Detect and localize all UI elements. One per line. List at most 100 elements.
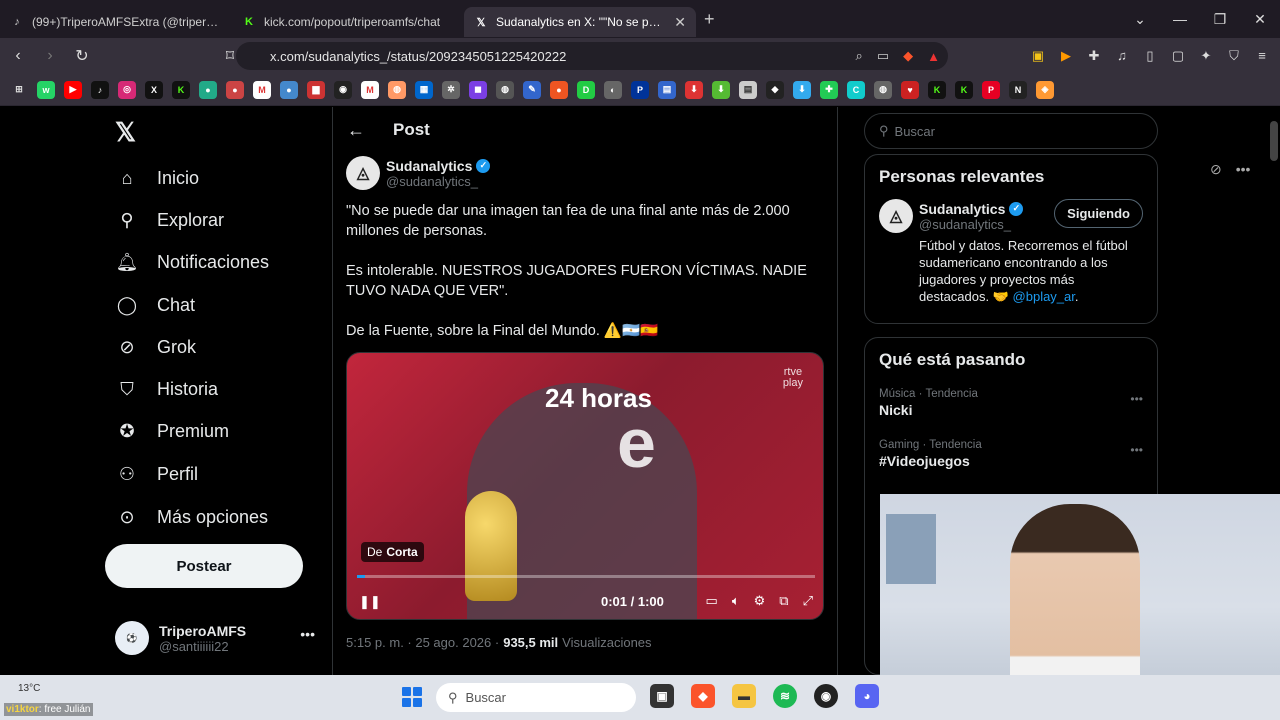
sidebar-item-inicio[interactable]: ⌂ Inicio	[115, 164, 199, 192]
avatar[interactable]: ◬	[879, 199, 913, 233]
kick-bookmark-icon[interactable]: K	[172, 80, 190, 99]
sidebar-item-chat[interactable]: ◯ Chat	[115, 291, 195, 319]
discord-icon[interactable]: ◕	[855, 684, 879, 708]
restore-icon[interactable]: ❐	[1200, 11, 1240, 28]
bookmark-icon-18[interactable]: ▤	[739, 80, 757, 99]
bookmark-icon-8[interactable]: ✲	[442, 80, 460, 99]
tiktok-bookmark-icon[interactable]: ♪	[91, 80, 109, 99]
more-dots-icon[interactable]: •••	[1130, 392, 1143, 406]
menu-icon[interactable]: ≡	[1254, 48, 1270, 64]
fullscreen-icon[interactable]: ⤢	[803, 593, 813, 609]
sidebar-item-grok[interactable]: ⊘ Grok	[115, 333, 196, 361]
bookmark-icon-5[interactable]: M	[361, 80, 379, 99]
source-badge[interactable]: De Corta	[361, 542, 424, 562]
bookmark-icon-13[interactable]: D	[577, 80, 595, 99]
brave-rewards-icon[interactable]: ▲	[927, 49, 940, 64]
author-name-row[interactable]: Sudanalytics ✓	[386, 158, 491, 174]
post-timestamp[interactable]: 5:15 p. m. · 25 ago. 2026 ·	[346, 635, 499, 650]
sidebar-item-historia[interactable]: ⛉ Historia	[115, 375, 218, 403]
instagram-icon[interactable]: ◎	[118, 80, 136, 99]
bookmark-icon-2[interactable]: ●	[226, 80, 244, 99]
bookmark-icon-17[interactable]: ⬇	[712, 80, 730, 99]
spotify-icon[interactable]: ≋	[773, 684, 797, 708]
apps-icon[interactable]: ⊞	[10, 81, 28, 99]
whatsapp-icon[interactable]: w	[37, 80, 55, 99]
sidebar-item-mas-opciones[interactable]: ⊙ Más opciones	[115, 503, 268, 531]
taskbar-search[interactable]: ⚲ Buscar	[436, 683, 636, 712]
bookmark-icon-14[interactable]: ◐	[604, 80, 622, 99]
post-button[interactable]: Postear	[105, 544, 303, 588]
kick-bookmark-icon-2[interactable]: K	[928, 80, 946, 99]
bookmark-icon-6[interactable]: ◍	[388, 80, 406, 99]
bookmark-icon-20[interactable]: ⬇	[793, 80, 811, 99]
trend-item[interactable]: Gaming · Tendencia #Videojuegos •••	[865, 433, 1157, 484]
bookmark-icon-3[interactable]: ●	[280, 80, 298, 99]
tab-list-icon[interactable]: ⌄	[1120, 11, 1160, 28]
new-tab-icon[interactable]: +	[704, 9, 715, 30]
wallet-icon[interactable]: ▣	[1030, 48, 1046, 64]
bookmark-icon-15[interactable]: ▤	[658, 80, 676, 99]
sidebar-item-perfil[interactable]: ⚇ Perfil	[115, 460, 198, 488]
avatar[interactable]: ◬	[346, 156, 380, 190]
file-explorer-icon[interactable]: ▬	[732, 684, 756, 708]
cast-icon[interactable]: ▭	[877, 48, 889, 64]
task-view-icon[interactable]: ▣	[650, 684, 674, 708]
paypal-icon[interactable]: P	[631, 80, 649, 99]
pip-icon[interactable]: ⧉	[779, 593, 788, 609]
youtube-icon[interactable]: ▶	[64, 80, 82, 99]
bookmark-icon-16[interactable]: ⬇	[685, 80, 703, 99]
bio-link[interactable]: @bplay_ar	[1013, 289, 1075, 304]
more-dots-icon[interactable]: •••	[1130, 443, 1143, 457]
browser-tab-2[interactable]: K kick.com/popout/triperoamfs/chat	[232, 7, 464, 37]
address-bar[interactable]: x.com/sudanalytics_/status/2092345051225…	[236, 42, 948, 70]
zoom-icon[interactable]: ⌕	[856, 48, 863, 64]
pinterest-icon[interactable]: P	[982, 80, 1000, 99]
close-tab-icon[interactable]: ✕	[674, 14, 686, 31]
search-input[interactable]: ⚲ Buscar	[864, 113, 1158, 149]
settings-icon[interactable]: ⚙	[754, 593, 766, 609]
more-dots-icon[interactable]: •••	[300, 626, 315, 642]
person-name-row[interactable]: Sudanalytics ✓	[919, 201, 1024, 217]
bookmark-icon-9[interactable]: ◼	[469, 80, 487, 99]
volume-icon[interactable]: 🔈︎	[732, 593, 740, 609]
sidebar-icon[interactable]: ▯	[1142, 48, 1158, 64]
forward-icon[interactable]: ›	[36, 47, 64, 65]
bookmark-icon-11[interactable]: ✎	[523, 80, 541, 99]
bookmark-icon-23[interactable]: ◍	[874, 80, 892, 99]
bookmark-icon-4[interactable]: ▆	[307, 80, 325, 99]
bookmark-icon-26[interactable]: ◈	[1036, 80, 1054, 99]
bookmark-icon-1[interactable]: ●	[199, 80, 217, 99]
bookmark-icon-12[interactable]: ●	[550, 80, 568, 99]
music-icon[interactable]: ♫	[1114, 48, 1130, 64]
brave-shield-icon[interactable]: ◆	[903, 48, 913, 64]
bookmark-icon-22[interactable]: C	[847, 80, 865, 99]
vpn-icon[interactable]: ⛉	[1226, 48, 1242, 64]
video-progress-bar[interactable]	[357, 575, 815, 578]
page-scrollbar[interactable]	[1270, 121, 1278, 161]
brave-icon[interactable]: ◆	[691, 684, 715, 708]
captions-icon[interactable]: ▭	[706, 593, 718, 609]
trend-item[interactable]: Música · Tendencia Nicki •••	[865, 382, 1157, 433]
bookmark-icon-24[interactable]: ♥	[901, 80, 919, 99]
wallet2-icon[interactable]: ▢	[1170, 48, 1186, 64]
bookmark-icon-7[interactable]: ▦	[415, 80, 433, 99]
browser-tab-1[interactable]: ♪ (99+)TriperoAMFSExtra (@tripero...	[0, 7, 232, 37]
windows-start-icon[interactable]	[402, 687, 422, 707]
x-bookmark-icon[interactable]: X	[145, 80, 163, 99]
sidebar-item-premium[interactable]: ✪ Premium	[115, 417, 229, 445]
reload-icon[interactable]: ↻	[68, 46, 96, 66]
back-arrow-icon[interactable]: ←	[347, 120, 377, 141]
player-icon[interactable]: ▶	[1058, 48, 1074, 64]
minimize-icon[interactable]: —	[1160, 11, 1200, 27]
bookmark-icon-19[interactable]: ◆	[766, 80, 784, 99]
github-icon[interactable]: ◉	[334, 80, 352, 99]
account-switcher[interactable]: ⚽ TriperoAMFS @santiiiiii22 •••	[115, 616, 325, 660]
leo-icon[interactable]: ✦	[1198, 48, 1214, 64]
video-player[interactable]: 24 horas e rtve play De Corta ❚❚ 0:01 / …	[346, 352, 824, 620]
pause-icon[interactable]: ❚❚	[359, 594, 381, 610]
extensions-icon[interactable]: ✚	[1086, 48, 1102, 64]
bookmark-icon-10[interactable]: ◍	[496, 80, 514, 99]
back-icon[interactable]: ‹	[4, 47, 32, 65]
bookmark-icon-21[interactable]: ✚	[820, 80, 838, 99]
following-button[interactable]: Siguiendo	[1054, 199, 1143, 228]
